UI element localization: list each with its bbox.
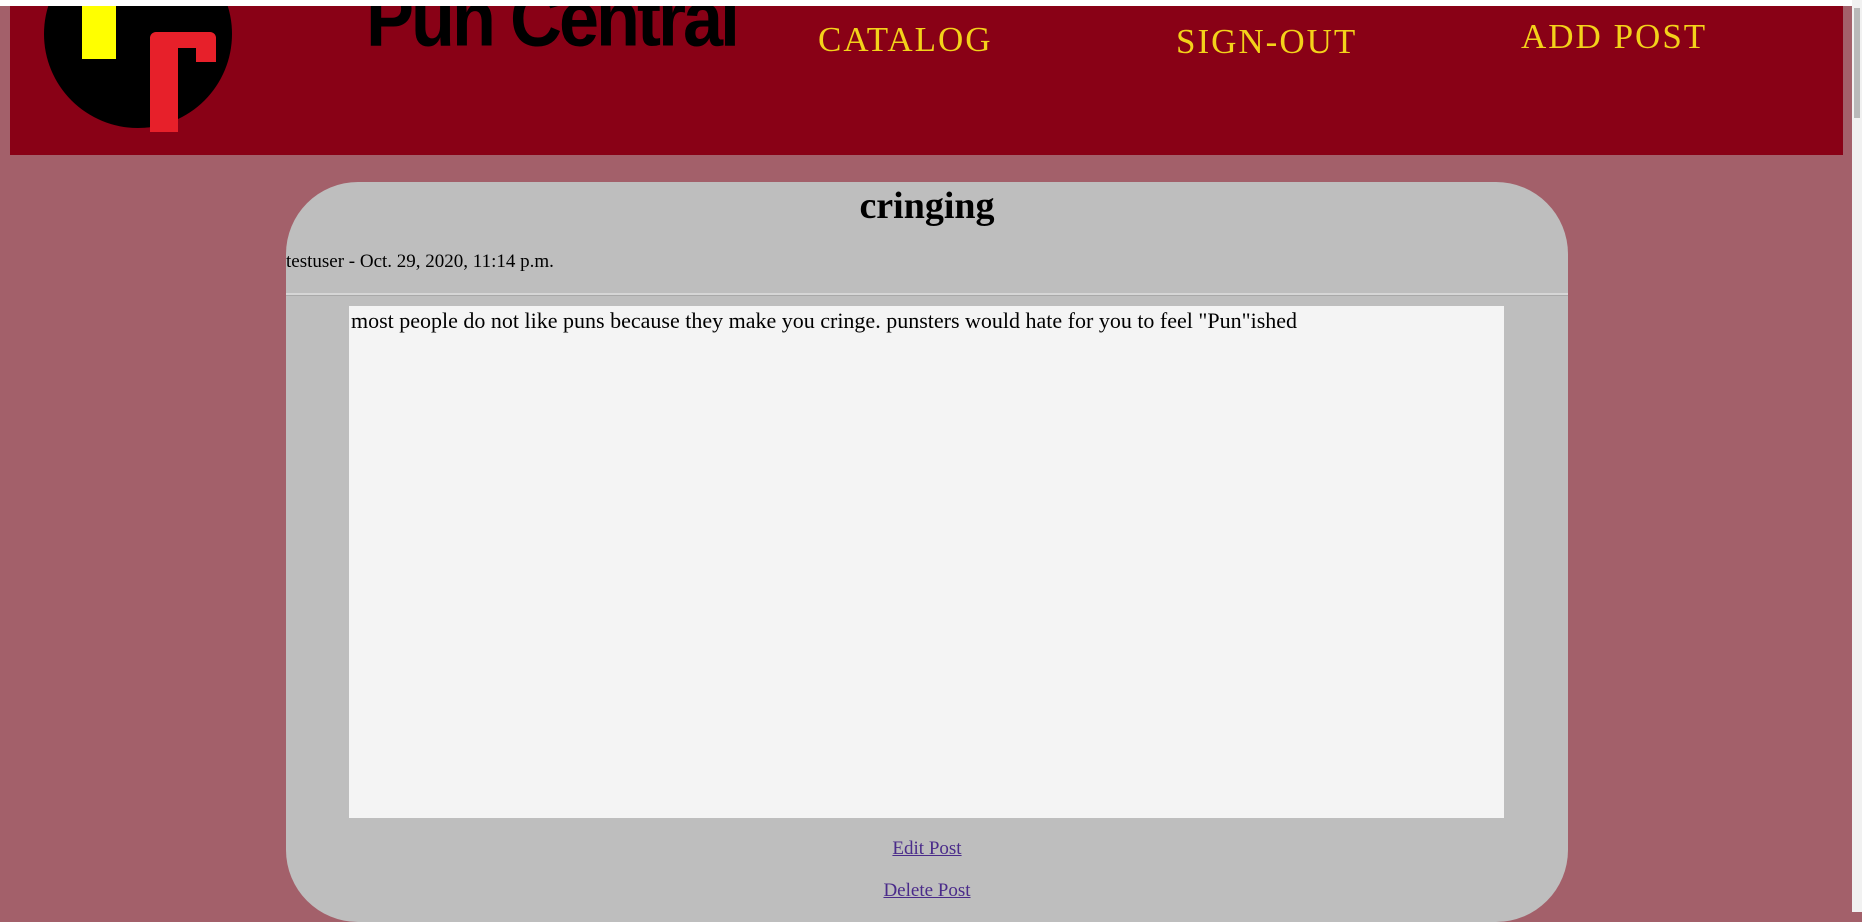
post-meta: testuser - Oct. 29, 2020, 11:14 p.m. bbox=[286, 251, 554, 273]
pun-central-logo-icon[interactable] bbox=[40, 6, 236, 155]
nav-sign-out-link[interactable]: SIGN-OUT bbox=[1176, 20, 1357, 64]
post-date: Oct. 29, 2020, 11:14 p.m. bbox=[359, 251, 554, 272]
nav-catalog-link[interactable]: CATALOG bbox=[818, 18, 993, 62]
post-body: most people do not like puns because the… bbox=[349, 306, 1504, 818]
meta-separator: - bbox=[344, 251, 360, 272]
nav-add-post-link[interactable]: ADD POST bbox=[1521, 15, 1707, 59]
edit-post-link[interactable]: Edit Post bbox=[286, 838, 1568, 860]
site-header: Pun Central CATALOG SIGN-OUT ADD POST bbox=[10, 6, 1843, 155]
delete-post-link[interactable]: Delete Post bbox=[286, 880, 1568, 902]
post-divider bbox=[286, 293, 1568, 296]
site-brand[interactable]: Pun Central bbox=[366, 6, 740, 67]
post-author: testuser bbox=[286, 251, 345, 272]
scrollbar-thumb[interactable] bbox=[1854, 8, 1860, 118]
post-title: cringing bbox=[859, 185, 995, 227]
page-scrollbar[interactable] bbox=[1852, 0, 1862, 912]
post-card: cringing testuser - Oct. 29, 2020, 11:14… bbox=[286, 182, 1568, 922]
